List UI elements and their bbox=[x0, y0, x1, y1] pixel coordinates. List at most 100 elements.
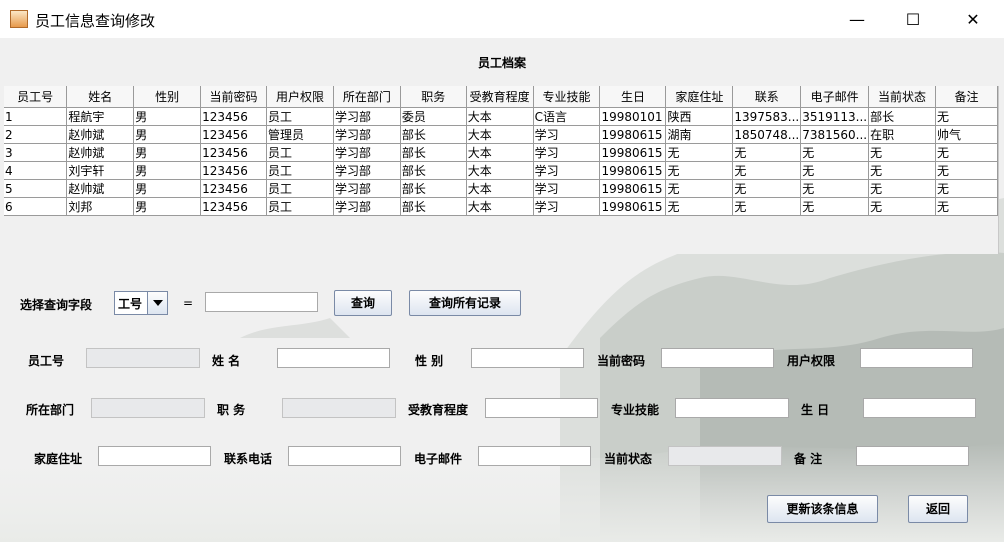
column-header[interactable]: 职务 bbox=[400, 86, 467, 108]
table-cell[interactable]: 大本 bbox=[466, 125, 534, 144]
table-cell[interactable]: 刘邦 bbox=[66, 197, 135, 216]
table-cell[interactable]: 学习部 bbox=[333, 179, 401, 198]
table-cell[interactable]: 男 bbox=[133, 125, 202, 144]
table-cell[interactable]: 无 bbox=[800, 143, 870, 162]
note-field[interactable] bbox=[856, 446, 969, 466]
table-cell[interactable]: 19980615 bbox=[599, 143, 667, 162]
table-cell[interactable]: 123456 bbox=[200, 107, 268, 126]
table-cell[interactable]: 无 bbox=[665, 179, 734, 198]
table-cell[interactable]: 湖南 bbox=[665, 125, 734, 144]
table-cell[interactable]: 123456 bbox=[200, 125, 268, 144]
table-cell[interactable]: 赵帅斌 bbox=[66, 125, 135, 144]
name-field[interactable] bbox=[277, 348, 390, 368]
column-header[interactable]: 电子邮件 bbox=[800, 86, 870, 108]
maximize-button[interactable]: ☐ bbox=[890, 0, 936, 38]
table-cell[interactable]: 学习部 bbox=[333, 161, 401, 180]
query-value-input[interactable] bbox=[205, 292, 318, 312]
table-cell[interactable]: 无 bbox=[732, 179, 802, 198]
skill-field[interactable] bbox=[675, 398, 789, 418]
table-cell[interactable]: 男 bbox=[133, 107, 202, 126]
table-cell[interactable]: 无 bbox=[800, 179, 870, 198]
table-cell[interactable]: 4 bbox=[4, 161, 68, 180]
table-row[interactable]: 1 程航宇男 123456 员工 学习部 委员 大本 C语言 19980101 陕西 1397583… bbox=[4, 107, 998, 126]
table-cell[interactable]: 部长 bbox=[400, 197, 467, 216]
table-cell[interactable]: 123456 bbox=[200, 179, 268, 198]
birthday-field[interactable] bbox=[863, 398, 976, 418]
table-cell[interactable]: 123456 bbox=[200, 161, 268, 180]
column-header[interactable]: 专业技能 bbox=[533, 86, 601, 108]
table-cell[interactable]: C语言 bbox=[533, 107, 601, 126]
table-cell[interactable]: 123456 bbox=[200, 143, 268, 162]
table-row[interactable]: 4 刘宇轩男 123456 员工 学习部 部长 大本 学习 19980615 无无无无无 bbox=[4, 161, 998, 180]
table-cell[interactable]: 部长 bbox=[400, 143, 467, 162]
table-cell[interactable]: 5 bbox=[4, 179, 68, 198]
table-cell[interactable]: 学习部 bbox=[333, 143, 401, 162]
table-cell[interactable]: 19980615 bbox=[599, 161, 667, 180]
table-cell[interactable]: 大本 bbox=[466, 179, 534, 198]
table-cell[interactable]: 无 bbox=[935, 107, 998, 126]
table-cell[interactable]: 委员 bbox=[400, 107, 467, 126]
table-cell[interactable]: 无 bbox=[800, 161, 870, 180]
table-cell[interactable]: 员工 bbox=[266, 143, 334, 162]
column-header[interactable]: 性别 bbox=[133, 86, 202, 108]
chevron-down-icon[interactable] bbox=[147, 292, 167, 314]
column-header[interactable]: 当前密码 bbox=[200, 86, 268, 108]
table-cell[interactable]: 学习 bbox=[533, 161, 601, 180]
gender-field[interactable] bbox=[471, 348, 584, 368]
table-cell[interactable]: 学习 bbox=[533, 179, 601, 198]
table-cell[interactable]: 部长 bbox=[400, 179, 467, 198]
table-cell[interactable]: 7381560... bbox=[800, 125, 870, 144]
column-header[interactable]: 当前状态 bbox=[868, 86, 936, 108]
update-button[interactable]: 更新该条信息 bbox=[767, 495, 878, 523]
table-cell[interactable]: 陕西 bbox=[665, 107, 734, 126]
table-cell[interactable]: 无 bbox=[800, 197, 870, 216]
table-row[interactable]: 3 赵帅斌男 123456 员工 学习部 部长 大本 学习 19980615 无无无无无 bbox=[4, 143, 998, 162]
table-cell[interactable]: 1397583... bbox=[732, 107, 802, 126]
column-header[interactable]: 联系 bbox=[732, 86, 802, 108]
table-cell[interactable]: 部长 bbox=[868, 107, 936, 126]
query-all-button[interactable]: 查询所有记录 bbox=[409, 290, 521, 316]
table-cell[interactable]: 学习 bbox=[533, 125, 601, 144]
table-cell[interactable]: 3519113... bbox=[800, 107, 870, 126]
query-field-select[interactable]: 工号 bbox=[114, 291, 168, 315]
column-header[interactable]: 所在部门 bbox=[333, 86, 401, 108]
table-cell[interactable]: 无 bbox=[868, 161, 936, 180]
table-cell[interactable]: 3 bbox=[4, 143, 68, 162]
table-cell[interactable]: 1 bbox=[4, 107, 68, 126]
close-button[interactable]: ✕ bbox=[950, 0, 996, 38]
address-field[interactable] bbox=[98, 446, 211, 466]
column-header[interactable]: 生日 bbox=[599, 86, 667, 108]
table-cell[interactable]: 在职 bbox=[868, 125, 936, 144]
table-cell[interactable]: 部长 bbox=[400, 161, 467, 180]
table-cell[interactable]: 2 bbox=[4, 125, 68, 144]
table-cell[interactable]: 男 bbox=[133, 197, 202, 216]
table-cell[interactable]: 大本 bbox=[466, 107, 534, 126]
minimize-button[interactable]: — bbox=[834, 0, 880, 38]
table-cell[interactable]: 员工 bbox=[266, 107, 334, 126]
table-cell[interactable]: 学习 bbox=[533, 143, 601, 162]
email-field[interactable] bbox=[478, 446, 591, 466]
table-cell[interactable]: 员工 bbox=[266, 197, 334, 216]
table-cell[interactable]: 无 bbox=[868, 197, 936, 216]
phone-field[interactable] bbox=[288, 446, 401, 466]
table-cell[interactable]: 123456 bbox=[200, 197, 268, 216]
table-cell[interactable]: 大本 bbox=[466, 143, 534, 162]
table-cell[interactable]: 员工 bbox=[266, 161, 334, 180]
column-header[interactable]: 备注 bbox=[935, 86, 998, 108]
table-cell[interactable]: 部长 bbox=[400, 125, 467, 144]
password-field[interactable] bbox=[661, 348, 774, 368]
table-cell[interactable]: 19980615 bbox=[599, 197, 667, 216]
employee-table[interactable]: 员工号 姓名 性别 当前密码 用户权限 所在部门 职务 受教育程度 专业技能 生日 家庭住址 联系 电子… bbox=[4, 86, 998, 254]
table-cell[interactable]: 无 bbox=[732, 197, 802, 216]
table-cell[interactable]: 刘宇轩 bbox=[66, 161, 135, 180]
column-header[interactable]: 员工号 bbox=[4, 86, 68, 108]
table-cell[interactable]: 赵帅斌 bbox=[66, 179, 135, 198]
permission-field[interactable] bbox=[860, 348, 973, 368]
column-header[interactable]: 姓名 bbox=[66, 86, 135, 108]
table-cell[interactable]: 学习部 bbox=[333, 125, 401, 144]
table-cell[interactable]: 男 bbox=[133, 161, 202, 180]
table-cell[interactable]: 无 bbox=[935, 197, 998, 216]
table-cell[interactable]: 员工 bbox=[266, 179, 334, 198]
table-cell[interactable]: 19980615 bbox=[599, 179, 667, 198]
table-cell[interactable]: 学习部 bbox=[333, 107, 401, 126]
